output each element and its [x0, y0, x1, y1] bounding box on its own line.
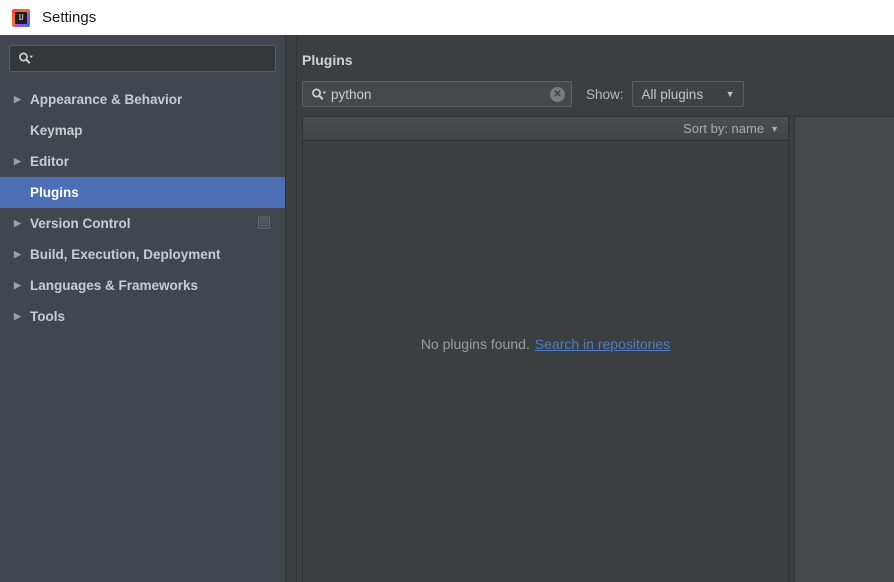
- chevron-right-icon[interactable]: ▶: [14, 219, 30, 228]
- sidebar-item-plugins[interactable]: Plugins: [0, 177, 285, 208]
- show-filter-dropdown[interactable]: All plugins ▼: [631, 81, 744, 107]
- sidebar-search-container: [0, 35, 285, 72]
- clear-search-icon[interactable]: ✕: [550, 86, 565, 102]
- sidebar-item-appearance-behavior[interactable]: ▶ Appearance & Behavior: [0, 84, 285, 115]
- sidebar-item-label: Build, Execution, Deployment: [30, 247, 221, 262]
- plugin-search-input[interactable]: python ✕: [302, 81, 572, 107]
- sidebar-item-tools[interactable]: ▶ Tools: [0, 301, 285, 332]
- sidebar-item-languages-frameworks[interactable]: ▶ Languages & Frameworks: [0, 270, 285, 301]
- chevron-right-icon[interactable]: ▶: [14, 157, 30, 166]
- page-title: Plugins: [302, 52, 353, 68]
- plugin-list-panel: Sort by: name ▼ No plugins found. Search…: [302, 116, 789, 582]
- logo-glyph: IJ: [15, 11, 27, 24]
- search-in-repositories-link[interactable]: Search in repositories: [535, 336, 670, 352]
- sidebar-item-label: Appearance & Behavior: [30, 92, 183, 107]
- search-icon: [311, 88, 326, 101]
- window-title: Settings: [42, 9, 97, 26]
- sidebar-item-label: Languages & Frameworks: [30, 278, 199, 293]
- intellij-idea-logo-icon: IJ: [12, 8, 30, 27]
- sidebar-item-label: Plugins: [30, 185, 79, 200]
- sidebar-item-label: Tools: [30, 309, 65, 324]
- search-icon: [18, 52, 33, 65]
- chevron-right-icon[interactable]: ▶: [14, 95, 30, 104]
- sidebar-item-label: Keymap: [30, 123, 83, 138]
- plugins-content: Sort by: name ▼ No plugins found. Search…: [297, 116, 894, 582]
- sidebar-item-keymap[interactable]: Keymap: [0, 115, 285, 146]
- settings-sidebar: ▶ Appearance & Behavior Keymap ▶ Editor …: [0, 35, 285, 582]
- sidebar-item-label: Version Control: [30, 216, 131, 231]
- sidebar-item-version-control[interactable]: ▶ Version Control: [0, 208, 285, 239]
- plugins-toolbar: python ✕ Show: All plugins ▼: [297, 68, 894, 107]
- sidebar-item-label: Editor: [30, 154, 69, 169]
- chevron-down-icon: ▼: [770, 123, 779, 134]
- plugins-panel: Plugins python ✕ Show: All plugins ▼ Sor…: [297, 35, 894, 582]
- plugin-search-value: python: [331, 86, 372, 102]
- sidebar-item-build-execution-deployment[interactable]: ▶ Build, Execution, Deployment: [0, 239, 285, 270]
- sidebar-splitter[interactable]: [285, 35, 297, 582]
- settings-tree: ▶ Appearance & Behavior Keymap ▶ Editor …: [0, 84, 285, 332]
- sort-by-label: Sort by: name: [683, 121, 765, 136]
- show-filter-label: Show:: [586, 86, 624, 102]
- chevron-right-icon[interactable]: ▶: [14, 281, 30, 290]
- copy-icon: [258, 216, 270, 231]
- chevron-down-icon: ▼: [725, 89, 735, 99]
- sort-by-button[interactable]: Sort by: name ▼: [303, 117, 788, 141]
- show-filter-value: All plugins: [641, 86, 704, 102]
- sidebar-search-input[interactable]: [9, 45, 276, 72]
- sidebar-item-editor[interactable]: ▶ Editor: [0, 146, 285, 177]
- empty-state-message: No plugins found.: [420, 336, 530, 352]
- chevron-right-icon[interactable]: ▶: [14, 312, 30, 321]
- window-titlebar: IJ Settings: [0, 0, 894, 35]
- chevron-right-icon[interactable]: ▶: [14, 250, 30, 259]
- empty-state: No plugins found. Search in repositories: [303, 141, 788, 582]
- plugin-detail-panel: [794, 116, 894, 582]
- settings-dialog-body: ▶ Appearance & Behavior Keymap ▶ Editor …: [0, 35, 894, 582]
